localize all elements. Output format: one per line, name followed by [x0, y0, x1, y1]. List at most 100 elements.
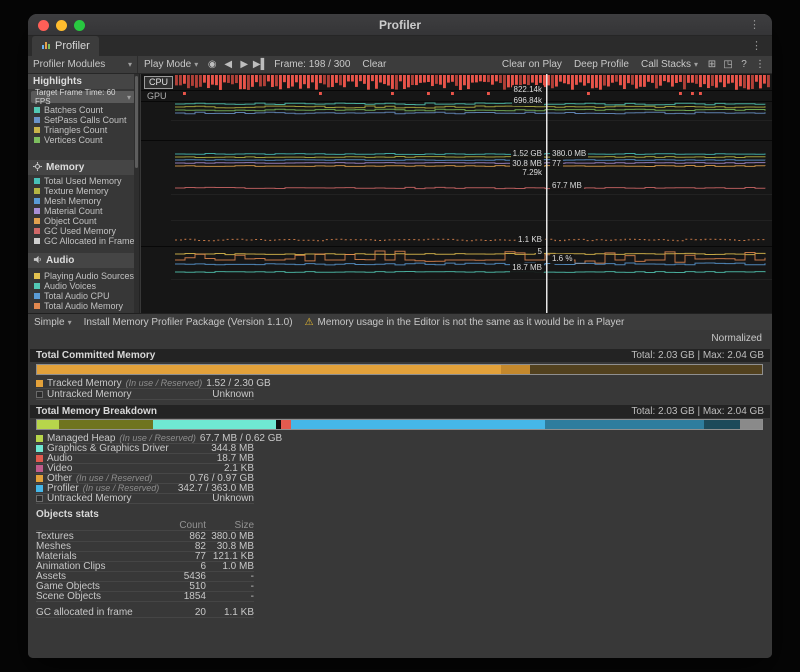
scrollbar-thumb[interactable]: [135, 76, 138, 168]
legend-color: [36, 475, 43, 482]
warning-icon: ⚠: [305, 317, 314, 328]
breakdown-totals: Total: 2.03 GB | Max: 2.04 GB: [631, 406, 764, 417]
total-committed-memory-header: Total Committed Memory Total: 2.03 GB | …: [30, 349, 770, 362]
target-frame-time-dropdown[interactable]: Target Frame Time: 60 FPS ▾: [31, 91, 135, 103]
tab-bar-menu-icon[interactable]: ⋮: [751, 36, 762, 56]
legend-color: [36, 445, 43, 452]
legend-color: [34, 117, 40, 123]
context-menu-icon[interactable]: ⋮: [752, 59, 768, 70]
sidebar-item-gc-used-memory[interactable]: GC Used Memory: [34, 226, 137, 236]
next-frame-button[interactable]: ▶: [236, 59, 252, 70]
window-titlebar: Profiler ⋮: [28, 14, 772, 36]
call-stacks-dropdown[interactable]: Call Stacks▾: [635, 59, 704, 70]
legend-color: [34, 218, 40, 224]
sidebar-scrollbar[interactable]: [134, 74, 139, 313]
tab-profiler[interactable]: Profiler: [32, 36, 99, 56]
legend-color: [36, 391, 43, 398]
clear-button[interactable]: Clear: [356, 59, 392, 70]
load-profile-icon[interactable]: ⊞: [704, 59, 720, 70]
install-memory-profiler-link[interactable]: Install Memory Profiler Package (Version…: [84, 317, 293, 328]
objects-stats-header-row: Count Size: [36, 521, 254, 531]
legend-color: [34, 303, 40, 309]
sidebar-item-batches-count[interactable]: Batches Count: [34, 105, 137, 115]
total-memory-breakdown-header: Total Memory Breakdown Total: 2.03 GB | …: [30, 405, 770, 418]
sidebar-item-object-count[interactable]: Object Count: [34, 216, 137, 226]
memory-bar-segment: [740, 420, 762, 429]
memory-bar-segment: [545, 420, 705, 429]
memory-bar-segment: [501, 365, 530, 374]
sidebar-item-total-audio-memory[interactable]: Total Audio Memory: [34, 301, 137, 311]
sidebar-item-triangles-count[interactable]: Triangles Count: [34, 125, 137, 135]
chevron-down-icon: ▾: [194, 60, 198, 69]
committed-totals: Total: 2.03 GB | Max: 2.04 GB: [631, 350, 764, 361]
profiler-modules-dropdown[interactable]: Profiler Modules ▾: [28, 56, 138, 73]
stats-row-gc-allocated[interactable]: GC allocated in frame201.1 KB: [36, 608, 254, 618]
chevron-down-icon: ▾: [127, 93, 131, 102]
tab-label: Profiler: [55, 40, 90, 52]
module-header-audio[interactable]: Audio: [28, 253, 139, 268]
profiler-modules-label: Profiler Modules: [33, 59, 105, 70]
legend-color: [34, 283, 40, 289]
details-toolbar: Simple▾ Install Memory Profiler Package …: [28, 313, 772, 330]
legend-color: [36, 485, 43, 492]
module-header-highlights[interactable]: Highlights: [28, 74, 139, 89]
legend-color: [34, 293, 40, 299]
legend-color: [36, 455, 43, 462]
profiler-chart-area[interactable]: CPU GPU 822.14k696.84k1.52 GB380.0 MB30.…: [141, 74, 772, 313]
profiler-tab-icon: [41, 40, 51, 53]
module-header-memory[interactable]: Memory: [28, 160, 139, 175]
legend-row-untracked-memory[interactable]: Untracked Memory Unknown: [36, 389, 254, 400]
sidebar-item-vertices-count[interactable]: Vertices Count: [34, 135, 137, 145]
save-profile-icon[interactable]: ◳: [720, 59, 736, 70]
sidebar-item-playing-audio-sources[interactable]: Playing Audio Sources: [34, 271, 137, 281]
sidebar-item-texture-memory[interactable]: Texture Memory: [34, 186, 137, 196]
sidebar-item-gc-allocated[interactable]: GC Allocated in Frame: [34, 236, 137, 246]
sidebar-item-material-count[interactable]: Material Count: [34, 206, 137, 216]
stats-row-scene-objects[interactable]: Scene Objects1854-: [36, 592, 254, 602]
committed-memory-bar[interactable]: [36, 364, 763, 375]
legend-row-untracked[interactable]: Untracked Memory Unknown: [36, 493, 254, 504]
play-mode-dropdown[interactable]: Play Mode▾: [138, 59, 204, 70]
normalized-toggle[interactable]: Normalized: [711, 333, 762, 344]
legend-value: Unknown: [212, 389, 254, 400]
editor-memory-warning: ⚠ Memory usage in the Editor is not the …: [305, 317, 625, 328]
sidebar-item-audio-voices[interactable]: Audio Voices: [34, 281, 137, 291]
gpu-track-label[interactable]: GPU: [147, 91, 167, 101]
previous-frame-button[interactable]: ◀: [220, 59, 236, 70]
view-mode-dropdown[interactable]: Simple▾: [34, 317, 72, 328]
legend-color: [36, 465, 43, 472]
current-frame-button[interactable]: ▶▌: [252, 59, 268, 70]
size-column-header: Size: [206, 520, 254, 531]
sidebar-item-total-audio-cpu[interactable]: Total Audio CPU: [34, 291, 137, 301]
legend-color: [34, 228, 40, 234]
legend-color: [34, 137, 40, 143]
memory-bar-segment: [704, 420, 740, 429]
gear-icon: [33, 162, 42, 174]
legend-color: [34, 188, 40, 194]
frame-counter: Frame: 198 / 300: [268, 59, 356, 70]
help-icon[interactable]: ?: [736, 59, 752, 70]
desktop-background: Profiler ⋮ Profiler ⋮ Profiler Modules ▾…: [0, 0, 800, 672]
chevron-down-icon: ▾: [128, 60, 132, 69]
objects-stats-title: Objects stats: [36, 509, 99, 520]
window-title: Profiler: [28, 14, 772, 36]
chart-canvas[interactable]: [141, 74, 772, 313]
memory-bar-segment: [153, 420, 276, 429]
count-column-header: Count: [148, 520, 206, 531]
memory-bar-segment: [530, 365, 762, 374]
legend-value: Unknown: [212, 493, 254, 504]
legend-color: [34, 178, 40, 184]
cpu-track-label[interactable]: CPU: [144, 76, 173, 89]
sidebar-item-total-used-memory[interactable]: Total Used Memory: [34, 176, 137, 186]
legend-value: 1.52 / 2.30 GB: [206, 378, 271, 389]
legend-row-tracked-memory[interactable]: Tracked Memory (In use / Reserved) 1.52 …: [36, 378, 254, 389]
window-menu-icon[interactable]: ⋮: [749, 14, 760, 36]
deep-profile-toggle[interactable]: Deep Profile: [568, 59, 635, 70]
record-button[interactable]: ◉: [204, 59, 220, 70]
memory-breakdown-bar[interactable]: [36, 419, 763, 430]
memory-bar-segment: [59, 420, 153, 429]
clear-on-play-toggle[interactable]: Clear on Play: [496, 59, 568, 70]
sidebar-item-mesh-memory[interactable]: Mesh Memory: [34, 196, 137, 206]
sidebar-item-setpass-calls[interactable]: SetPass Calls Count: [34, 115, 137, 125]
legend-color: [36, 495, 43, 502]
